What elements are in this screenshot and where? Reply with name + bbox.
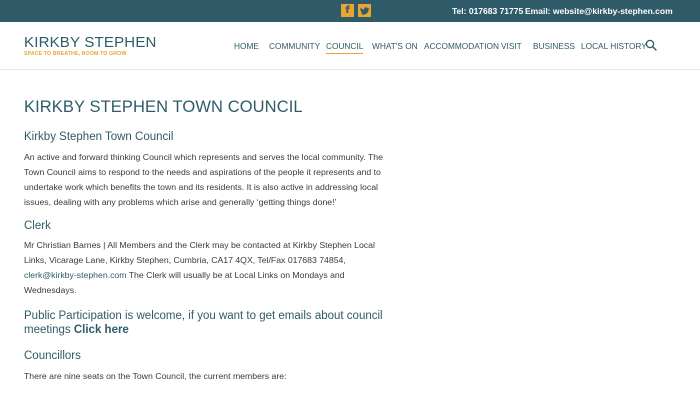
- intro-heading: Kirkby Stephen Town Council: [24, 131, 174, 143]
- email-contact[interactable]: Email: website@kirkby-stephen.com: [525, 6, 673, 16]
- councillors-paragraph: There are nine seats on the Town Council…: [24, 371, 287, 381]
- clerk-availability: The Clerk will usually be at Local Links…: [126, 270, 345, 280]
- public-participation: Public Participation is welcome, if you …: [24, 310, 404, 337]
- nav-accommodation[interactable]: ACCOMMODATION: [424, 41, 499, 51]
- page-title: KIRKBY STEPHEN TOWN COUNCIL: [24, 98, 303, 116]
- site-header: KIRKBY STEPHEN SPACE TO BREATHE, ROOM TO…: [0, 22, 700, 70]
- clerk-paragraph: Mr Christian Barnes | All Members and th…: [24, 238, 424, 298]
- nav-home[interactable]: HOME: [234, 41, 259, 51]
- nav-local-history[interactable]: LOCAL HISTORY: [581, 41, 647, 51]
- site-logo[interactable]: KIRKBY STEPHEN: [24, 34, 157, 51]
- councillors-heading: Councillors: [24, 350, 81, 362]
- twitter-icon[interactable]: [358, 4, 371, 17]
- nav-business[interactable]: BUSINESS: [533, 41, 575, 51]
- twitter-bird-glyph: [360, 7, 370, 15]
- nav-council[interactable]: COUNCIL: [326, 41, 364, 54]
- intro-line: An active and forward thinking Council w…: [24, 152, 383, 162]
- nav-community[interactable]: COMMUNITY: [269, 41, 320, 51]
- clerk-line: Mr Christian Barnes | All Members and th…: [24, 240, 375, 250]
- site-tagline: SPACE TO BREATHE, ROOM TO GROW: [24, 51, 127, 57]
- nav-visit[interactable]: VISIT: [501, 41, 522, 51]
- intro-line: issues, dealing with any problems which …: [24, 197, 337, 207]
- clerk-line: Wednesdays.: [24, 285, 77, 295]
- intro-paragraph: An active and forward thinking Council w…: [24, 150, 424, 210]
- participation-link[interactable]: Click here: [74, 324, 129, 336]
- nav-whats-on[interactable]: WHAT'S ON: [372, 41, 418, 51]
- clerk-email-link[interactable]: clerk@kirkby-stephen.com: [24, 270, 126, 280]
- facebook-icon[interactable]: f: [341, 4, 354, 17]
- main-content: [0, 71, 700, 395]
- clerk-line: Links, Vicarage Lane, Kirkby Stephen, Cu…: [24, 255, 346, 265]
- intro-line: undertake work which benefits the town a…: [24, 182, 378, 192]
- top-bar: f Tel: 017683 71775 Email: website@kirkb…: [0, 0, 700, 22]
- phone-contact[interactable]: Tel: 017683 71775: [452, 6, 523, 16]
- clerk-line: clerk@kirkby-stephen.com The Clerk will …: [24, 268, 424, 283]
- clerk-heading: Clerk: [24, 220, 51, 232]
- search-icon[interactable]: [645, 39, 657, 51]
- intro-line: Town Council aims to respond to the need…: [24, 167, 381, 177]
